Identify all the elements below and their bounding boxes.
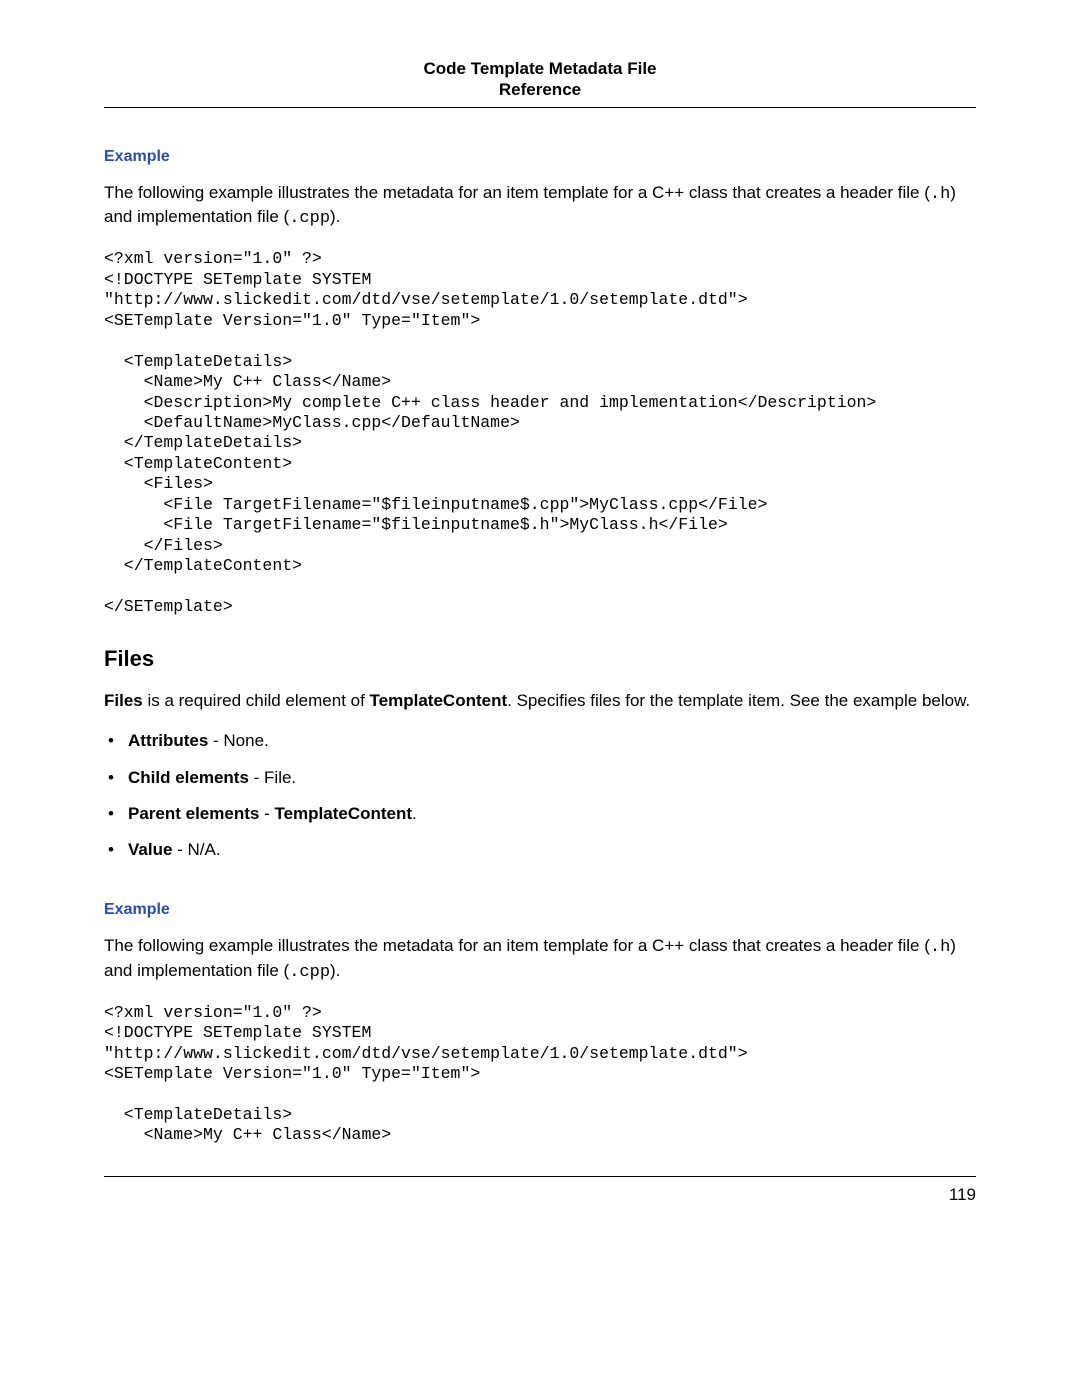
page-header: Code Template Metadata File Reference	[104, 58, 976, 108]
bold-files: Files	[104, 691, 143, 710]
list-item: Parent elements - TemplateContent.	[104, 803, 976, 825]
files-description: Files is a required child element of Tem…	[104, 690, 976, 713]
bullet-text: - N/A.	[172, 840, 220, 859]
list-item: Attributes - None.	[104, 730, 976, 752]
example-heading-1: Example	[104, 148, 976, 166]
code-block-2: <?xml version="1.0" ?> <!DOCTYPE SETempl…	[104, 1003, 976, 1146]
bullet-label: Parent elements	[128, 804, 259, 823]
bullet-post: .	[412, 804, 417, 823]
bullet-value: TemplateContent	[274, 804, 412, 823]
code-inline-h: .h	[930, 185, 950, 204]
bullet-label: Value	[128, 840, 172, 859]
example-heading-2: Example	[104, 901, 976, 919]
list-item: Value - N/A.	[104, 839, 976, 861]
text: ).	[330, 207, 340, 226]
bullet-label: Child elements	[128, 768, 249, 787]
bullet-text: - File.	[249, 768, 296, 787]
text: ).	[330, 961, 340, 980]
text: is a required child element of	[143, 691, 370, 710]
code-inline-cpp: .cpp	[289, 963, 330, 982]
text: The following example illustrates the me…	[104, 936, 930, 955]
page-number: 119	[949, 1185, 976, 1204]
files-bullet-list: Attributes - None. Child elements - File…	[104, 730, 976, 860]
header-line-2: Reference	[499, 80, 581, 99]
example2-intro: The following example illustrates the me…	[104, 935, 976, 985]
bullet-text: - None.	[208, 731, 268, 750]
files-heading: Files	[104, 646, 976, 672]
list-item: Child elements - File.	[104, 767, 976, 789]
code-inline-h: .h	[930, 938, 950, 957]
example1-intro: The following example illustrates the me…	[104, 182, 976, 232]
code-inline-cpp: .cpp	[289, 209, 330, 228]
page-footer: 119	[104, 1176, 976, 1205]
bullet-label: Attributes	[128, 731, 208, 750]
text: The following example illustrates the me…	[104, 183, 930, 202]
header-line-1: Code Template Metadata File	[423, 59, 656, 78]
bullet-sep: -	[259, 804, 274, 823]
code-block-1: <?xml version="1.0" ?> <!DOCTYPE SETempl…	[104, 249, 976, 617]
text: . Specifies files for the template item.…	[507, 691, 970, 710]
bold-templatecontent: TemplateContent	[370, 691, 508, 710]
